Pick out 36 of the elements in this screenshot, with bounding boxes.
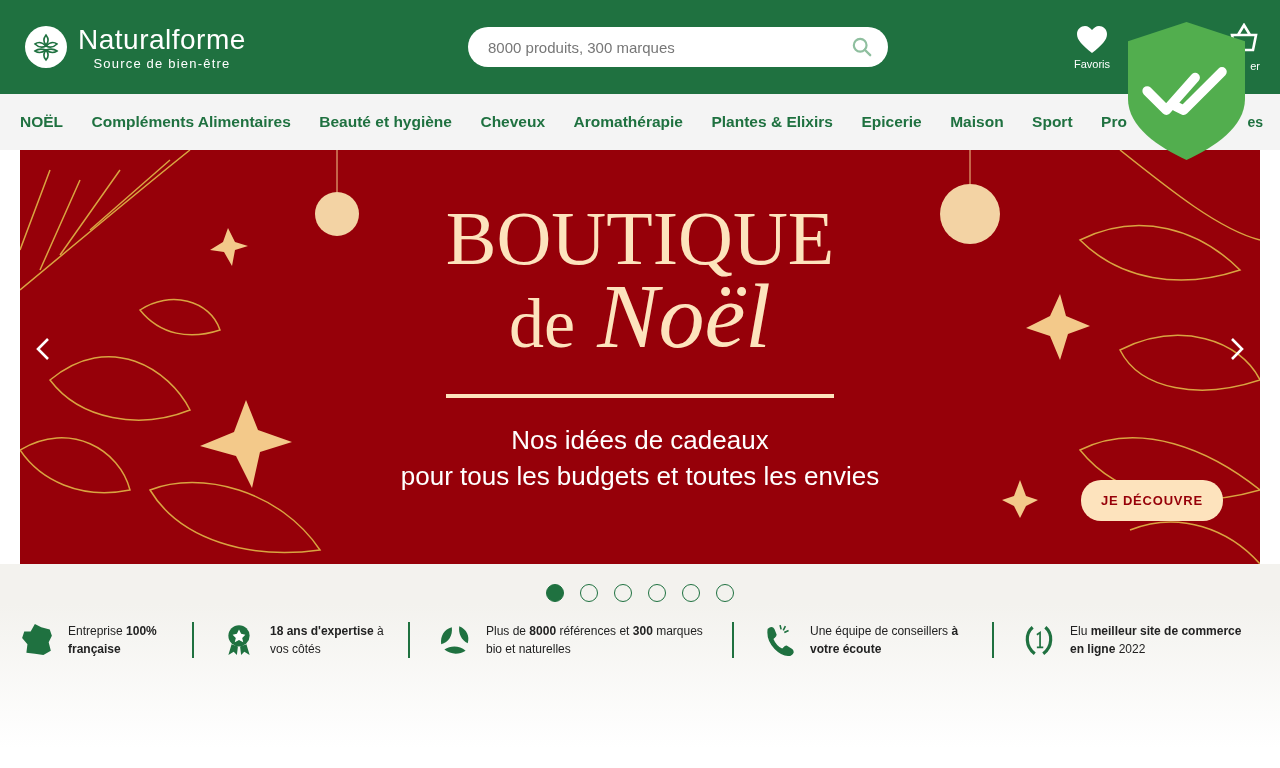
chevron-left-icon[interactable] xyxy=(36,337,50,361)
search-field[interactable]: 8000 produits, 300 marques xyxy=(468,27,888,67)
heart-icon[interactable] xyxy=(1075,24,1108,55)
banner-subtitle: pour tous les budgets et toutes les envies xyxy=(400,460,880,493)
feature-text: 18 ans d'expertise à vos côtés xyxy=(270,623,385,658)
logo-tagline: Source de bien-être xyxy=(93,55,231,71)
nav-link[interactable]: es xyxy=(1247,114,1263,130)
cart-link[interactable]: er xyxy=(1250,59,1260,72)
banner-subtitle: Nos idées de cadeaux xyxy=(511,424,769,457)
discover-button[interactable]: JE DÉCOUVRE xyxy=(1081,480,1223,521)
leaf-logo-icon[interactable] xyxy=(25,26,67,68)
feature-text: Une équipe de conseillers à votre écoute xyxy=(810,623,960,658)
nav-link[interactable]: NOËL xyxy=(20,113,64,131)
star-ornament xyxy=(1026,294,1090,360)
star-ornament xyxy=(210,228,248,266)
banner-title: BOUTIQUE xyxy=(445,198,835,278)
feature-text: Elu meilleur site de commerce en ligne 2022 xyxy=(1070,623,1243,658)
france-map-icon xyxy=(20,623,54,657)
feature-text: Plus de 8000 références et 300 marques bio et naturelles xyxy=(486,623,704,658)
nav-link[interactable]: Plantes & Elixirs xyxy=(711,113,833,131)
nav-link[interactable]: Cheveux xyxy=(480,113,546,131)
nav-link[interactable]: Sport xyxy=(1032,113,1073,131)
nav-link[interactable]: Compléments Alimentaires xyxy=(91,113,291,131)
carousel-dot[interactable] xyxy=(546,584,564,602)
favorites-link[interactable]: Favoris xyxy=(1073,57,1110,70)
nav-link[interactable]: Epicerie xyxy=(861,113,922,131)
nav-link[interactable]: Beauté et hygiène xyxy=(319,113,452,131)
feature-text: Entreprise 100% française xyxy=(68,623,158,658)
logo-name[interactable]: Naturalforme xyxy=(78,23,246,56)
shield-check-icon[interactable] xyxy=(1128,20,1245,162)
chevron-right-icon[interactable] xyxy=(1230,337,1244,361)
star-ornament xyxy=(1002,480,1038,518)
banner-title: de xyxy=(509,284,576,364)
nav-link[interactable]: Pro xyxy=(1101,113,1127,131)
nav-link[interactable]: Aromathérapie xyxy=(573,113,683,131)
nav-link[interactable]: Maison xyxy=(950,113,1004,131)
